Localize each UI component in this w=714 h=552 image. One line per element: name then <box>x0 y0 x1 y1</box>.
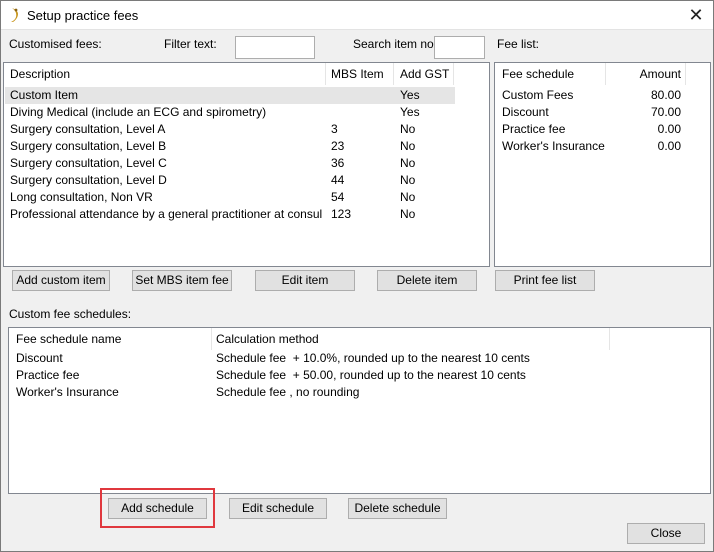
print-fee-list-button[interactable]: Print fee list <box>495 270 595 291</box>
table-row[interactable]: Custom Item Yes <box>5 87 455 104</box>
fee-list-label: Fee list: <box>497 37 540 51</box>
delete-item-button[interactable]: Delete item <box>377 270 477 291</box>
customised-fees-label: Customised fees: <box>9 37 102 51</box>
table-row[interactable]: Professional attendance by a general pra… <box>5 206 455 223</box>
items-table[interactable]: Description MBS Item Add GST Custom Item… <box>3 62 490 267</box>
title-bar: Setup practice fees ✕ <box>1 1 713 30</box>
filter-text-label: Filter text: <box>164 37 217 51</box>
close-button[interactable]: Close <box>627 523 705 544</box>
edit-item-button[interactable]: Edit item <box>255 270 355 291</box>
table-row[interactable]: Surgery consultation, Level B 23 No <box>5 138 455 155</box>
list-item[interactable]: Worker's Insurance 0.00 <box>496 138 696 155</box>
window-title: Setup practice fees <box>27 8 139 23</box>
add-custom-item-button[interactable]: Add custom item <box>12 270 110 291</box>
table-row[interactable]: Practice fee Schedule fee + 50.00, round… <box>10 367 610 384</box>
fee-list-table[interactable]: Fee schedule Amount Custom Fees 80.00 Di… <box>494 62 711 267</box>
custom-fee-schedules-label: Custom fee schedules: <box>9 307 132 321</box>
add-gst-column-header[interactable]: Add GST <box>400 63 449 85</box>
delete-schedule-button[interactable]: Delete schedule <box>348 498 447 519</box>
search-item-input[interactable] <box>434 36 485 59</box>
description-column-header[interactable]: Description <box>10 63 70 85</box>
edit-schedule-button[interactable]: Edit schedule <box>229 498 327 519</box>
table-row[interactable]: Worker's Insurance Schedule fee , no rou… <box>10 384 610 401</box>
list-item[interactable]: Practice fee 0.00 <box>496 121 696 138</box>
add-schedule-button[interactable]: Add schedule <box>108 498 207 519</box>
practice-logo-icon <box>11 8 18 22</box>
fee-schedules-table[interactable]: Fee schedule name Calculation method Dis… <box>8 327 711 494</box>
table-row[interactable]: Surgery consultation, Level C 36 No <box>5 155 455 172</box>
table-row[interactable]: Diving Medical (include an ECG and spiro… <box>5 104 455 121</box>
amount-column-header[interactable]: Amount <box>607 63 681 85</box>
list-item[interactable]: Custom Fees 80.00 <box>496 87 696 104</box>
list-item[interactable]: Discount 70.00 <box>496 104 696 121</box>
fee-schedule-name-column-header[interactable]: Fee schedule name <box>16 328 121 350</box>
fee-schedule-column-header[interactable]: Fee schedule <box>502 63 574 85</box>
mbs-item-column-header[interactable]: MBS Item <box>331 63 384 85</box>
table-row[interactable]: Surgery consultation, Level D 44 No <box>5 172 455 189</box>
filter-text-input[interactable] <box>235 36 315 59</box>
table-row[interactable]: Long consultation, Non VR 54 No <box>5 189 455 206</box>
set-mbs-item-fee-button[interactable]: Set MBS item fee <box>132 270 232 291</box>
search-item-label: Search item no: <box>353 37 438 51</box>
table-row[interactable]: Discount Schedule fee + 10.0%, rounded u… <box>10 350 610 367</box>
setup-practice-fees-window: Setup practice fees ✕ Customised fees: F… <box>0 0 714 552</box>
close-window-icon[interactable]: ✕ <box>685 4 707 26</box>
table-row[interactable]: Surgery consultation, Level A 3 No <box>5 121 455 138</box>
calculation-method-column-header[interactable]: Calculation method <box>216 328 319 350</box>
